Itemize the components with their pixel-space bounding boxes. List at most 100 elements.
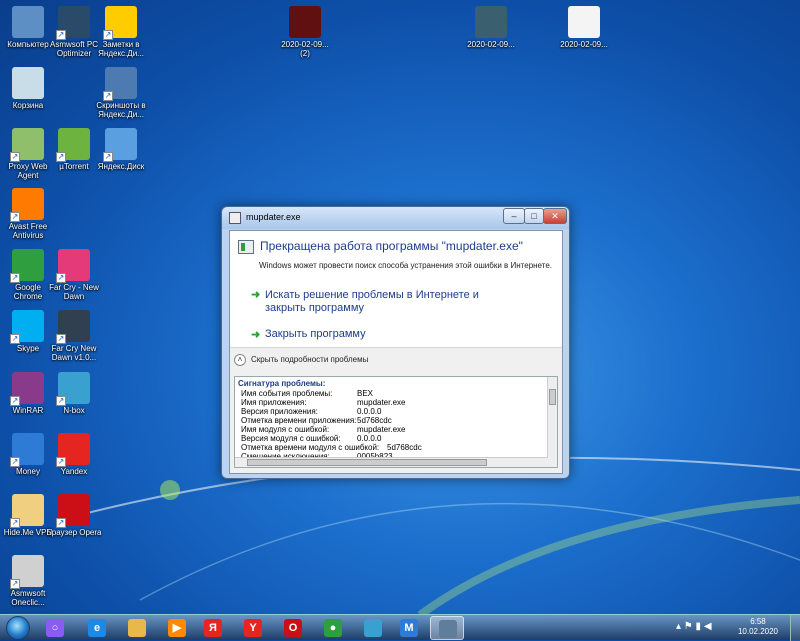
clock[interactable]: 6:58 10.02.2020: [738, 617, 778, 637]
taskbar-button[interactable]: O: [276, 616, 310, 640]
green-arrow-icon: ➜: [251, 289, 261, 301]
tools-icon: ↗: [56, 6, 90, 40]
desktop-icon[interactable]: 2020-02-09... (2): [277, 6, 333, 58]
taskbar-button[interactable]: Я: [196, 616, 230, 640]
farcry-icon: ↗: [56, 249, 90, 283]
farcry-trainer-icon: ↗: [56, 310, 90, 344]
desktop-icon[interactable]: ↗ Заметки в Яндекс.Ди...: [93, 6, 149, 58]
desktop-icon[interactable]: 2020-02-09...: [556, 6, 612, 49]
shortcut-arrow-icon: ↗: [10, 334, 20, 344]
desktop-icon[interactable]: ↗ Браузер Opera: [46, 494, 102, 537]
desktop-icon[interactable]: ↗ Far Cry New Dawn v1.0...: [46, 310, 102, 362]
desktop-icon[interactable]: 2020-02-09...: [463, 6, 519, 49]
desktop-icon-label: Avast Free Antivirus: [8, 222, 48, 240]
detail-value: 0.0.0.0: [357, 434, 382, 443]
minimize-button[interactable]: –: [503, 208, 525, 224]
screenshot-file-icon: [475, 6, 507, 38]
detail-value: 5d768cdc: [357, 416, 392, 425]
shortcut-arrow-icon: ↗: [56, 518, 66, 528]
desktop-icon[interactable]: Корзина: [0, 67, 56, 110]
desktop-icon-label: Far Cry - New Dawn: [49, 283, 99, 301]
taskbar-button[interactable]: M: [392, 616, 426, 640]
vertical-scrollbar[interactable]: [547, 377, 557, 467]
desktop-icon[interactable]: ↗ Yandex: [46, 433, 102, 476]
error-description: Windows может провести поиск способа уст…: [259, 261, 552, 270]
taskbar-button[interactable]: ●: [316, 616, 350, 640]
desktop-icon-label: 2020-02-09... (2): [281, 40, 329, 58]
detail-key: Отметка времени приложения:: [241, 416, 357, 425]
shortcut-arrow-icon: ↗: [103, 152, 113, 162]
taskbar-button[interactable]: ○: [38, 616, 72, 640]
shortcut-arrow-icon: ↗: [10, 273, 20, 283]
shortcut-arrow-icon: ↗: [56, 334, 66, 344]
shortcut-arrow-icon: ↗: [10, 152, 20, 162]
problem-signature-title: Сигнатура проблемы:: [238, 379, 326, 388]
search-solution-and-close-link[interactable]: ➜ Искать решение проблемы в Интернете и …: [251, 289, 515, 315]
search-solution-label: Искать решение проблемы в Интернете и за…: [265, 289, 479, 314]
desktop-icon-label: 2020-02-09...: [560, 40, 608, 49]
detail-key: Имя события проблемы:: [241, 389, 333, 398]
taskbar-button[interactable]: Y: [236, 616, 270, 640]
program-icon: [238, 240, 254, 254]
shortcut-arrow-icon: ↗: [56, 396, 66, 406]
dialog-titlebar[interactable]: mupdater.exe – □ ✕: [222, 207, 569, 229]
desktop-icon[interactable]: ↗ Avast Free Antivirus: [0, 188, 56, 240]
desktop-icon[interactable]: ↗ Far Cry - New Dawn: [46, 249, 102, 301]
problem-details-box[interactable]: Сигнатура проблемы: Имя события проблемы…: [234, 376, 558, 468]
details-toggle-bar[interactable]: ˄ Скрыть подробности проблемы: [230, 347, 562, 373]
dialog-body: Прекращена работа программы "mupdater.ex…: [229, 230, 563, 474]
document-file-icon: [568, 6, 600, 38]
shortcut-arrow-icon: ↗: [10, 457, 20, 467]
start-button[interactable]: [6, 616, 30, 640]
opera-icon: O: [284, 619, 302, 637]
yandex-notes-icon: Я: [204, 619, 222, 637]
taskbar-button[interactable]: [356, 616, 390, 640]
desktop-icon-label: Корзина: [12, 101, 44, 110]
dialog-title: mupdater.exe: [246, 212, 301, 222]
winrar-icon: ↗: [10, 372, 44, 406]
desktop-icon[interactable]: ↗ Скриншоты в Яндекс.Ди...: [93, 67, 149, 119]
yandex-disk-icon: ↗: [103, 128, 137, 162]
details-area: Сигнатура проблемы: Имя события проблемы…: [230, 373, 562, 473]
money-icon: M: [400, 619, 418, 637]
desktop-icon-label: Браузер Opera: [46, 528, 102, 537]
shortcut-arrow-icon: ↗: [56, 457, 66, 467]
shortcut-arrow-icon: ↗: [56, 30, 66, 40]
close-program-label: Закрыть программу: [265, 328, 366, 340]
proxy-agent-icon: ↗: [10, 128, 44, 162]
system-tray-icons[interactable]: ▴ ⚑ ▮ ◀: [676, 621, 712, 632]
hide-details-label: Скрыть подробности проблемы: [251, 355, 369, 364]
clock-date: 10.02.2020: [737, 627, 778, 636]
shortcut-arrow-icon: ↗: [56, 273, 66, 283]
taskbar-button[interactable]: [430, 616, 464, 640]
detail-key: Отметка времени модуля с ошибкой:: [241, 443, 380, 452]
desktop-icon[interactable]: ↗ Asmwsoft Oneclic...: [0, 555, 56, 607]
yandex-notes-icon: ↗: [103, 6, 137, 40]
screenshot-file-icon: [289, 6, 321, 38]
close-button[interactable]: ✕: [543, 208, 567, 224]
taskbar-button[interactable]: e: [80, 616, 114, 640]
shortcut-arrow-icon: ↗: [10, 212, 20, 222]
skype-icon: ↗: [10, 310, 44, 344]
taskbar-button[interactable]: ▶: [160, 616, 194, 640]
mupdater-icon: [439, 620, 457, 638]
desktop-icon-label: N-box: [63, 406, 85, 415]
chevron-up-icon[interactable]: ˄: [234, 354, 246, 366]
taskbar-button[interactable]: [120, 616, 154, 640]
detail-key: Версия приложения:: [241, 407, 318, 416]
shortcut-arrow-icon: ↗: [103, 91, 113, 101]
chrome-icon: ↗: [10, 249, 44, 283]
opera-icon: ↗: [56, 494, 90, 528]
desktop-icon-label: Far Cry New Dawn v1.0...: [51, 344, 97, 362]
desktop-icon-label: Asmwsoft Oneclic...: [10, 589, 46, 607]
avast-icon: ↗: [10, 188, 44, 222]
horizontal-scrollbar[interactable]: [235, 457, 548, 467]
maximize-button[interactable]: □: [524, 208, 544, 224]
desktop-icon[interactable]: ↗ Яндекс.Диск: [93, 128, 149, 171]
oneclick-icon: ↗: [10, 555, 44, 589]
app-window-icon: [229, 212, 241, 224]
close-program-link[interactable]: ➜ Закрыть программу: [251, 328, 366, 341]
detail-key: Имя приложения:: [241, 398, 307, 407]
desktop-icon[interactable]: ↗ N-box: [46, 372, 102, 415]
show-desktop-button[interactable]: [790, 615, 800, 641]
